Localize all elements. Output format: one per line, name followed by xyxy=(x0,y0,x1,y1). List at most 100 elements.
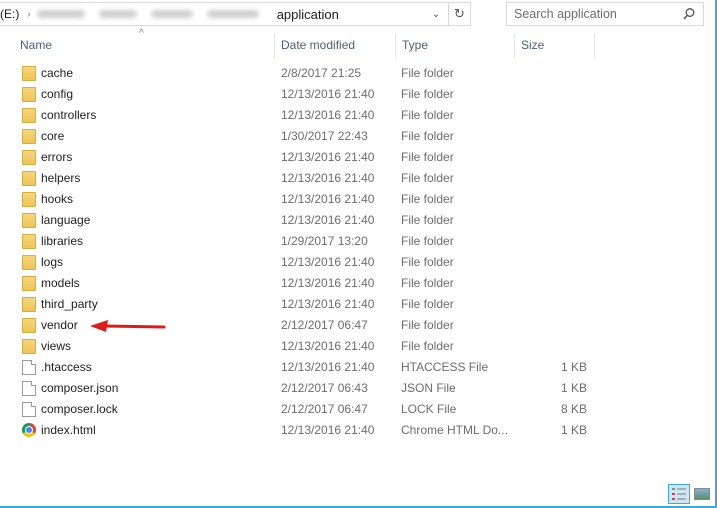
file-name: libraries xyxy=(41,234,84,248)
file-row[interactable]: helpers 12/13/2016 21:40 File folder xyxy=(0,168,700,189)
file-type: LOCK File xyxy=(401,402,457,416)
column-header-row: Name Date modified Type Size xyxy=(0,34,600,58)
breadcrumb-segment-redacted[interactable] xyxy=(206,10,259,18)
file-name: vendor xyxy=(41,318,78,332)
file-name: helpers xyxy=(41,171,81,185)
file-row[interactable]: third_party 12/13/2016 21:40 File folder xyxy=(0,294,700,315)
file-name: language xyxy=(41,213,91,227)
file-date-modified: 12/13/2016 21:40 xyxy=(281,276,375,290)
breadcrumb-segment-redacted[interactable] xyxy=(150,10,193,18)
file-date-modified: 12/13/2016 21:40 xyxy=(281,339,375,353)
file-row[interactable]: .htaccess 12/13/2016 21:40 HTACCESS File 1 … xyxy=(0,357,700,378)
folder-icon xyxy=(22,192,36,207)
file-row[interactable]: composer.lock 2/12/2017 06:47 LOCK File 8 K… xyxy=(0,399,700,420)
file-row[interactable]: views 12/13/2016 21:40 File folder xyxy=(0,336,700,357)
breadcrumb-segment-redacted[interactable] xyxy=(36,10,85,18)
file-list: cache 2/8/2017 21:25 File folder config 12/1… xyxy=(0,63,700,441)
file-row[interactable]: config 12/13/2016 21:40 File folder xyxy=(0,84,700,105)
chevron-down-icon[interactable]: ⌄ xyxy=(426,3,446,25)
file-type: File folder xyxy=(401,150,454,164)
file-type: Chrome HTML Do... xyxy=(401,423,508,437)
file-type: File folder xyxy=(401,297,454,311)
file-name: models xyxy=(41,276,80,290)
column-header-date-modified[interactable]: Date modified xyxy=(275,34,395,56)
file-name: .htaccess xyxy=(41,360,92,374)
file-row[interactable]: libraries 1/29/2017 13:20 File folder xyxy=(0,231,700,252)
file-type: File folder xyxy=(401,318,454,332)
file-date-modified: 2/12/2017 06:47 xyxy=(281,402,368,416)
file-name: core xyxy=(41,129,65,143)
chrome-icon xyxy=(22,423,36,437)
folder-icon xyxy=(22,171,36,186)
file-icon xyxy=(22,360,36,375)
file-row[interactable]: controllers 12/13/2016 21:40 File folder xyxy=(0,105,700,126)
refresh-icon[interactable]: ↻ xyxy=(448,3,470,25)
annotation-arrow-icon xyxy=(90,320,166,332)
file-date-modified: 2/12/2017 06:43 xyxy=(281,381,368,395)
file-row[interactable]: hooks 12/13/2016 21:40 File folder xyxy=(0,189,700,210)
file-type: File folder xyxy=(401,192,454,206)
folder-icon xyxy=(22,339,36,354)
file-row[interactable]: language 12/13/2016 21:40 File folder xyxy=(0,210,700,231)
file-type: File folder xyxy=(401,255,454,269)
file-name: errors xyxy=(41,150,73,164)
file-name: composer.json xyxy=(41,381,119,395)
column-header-size[interactable]: Size xyxy=(515,34,595,56)
file-name: index.html xyxy=(41,423,96,437)
file-size: 1 KB xyxy=(560,381,587,395)
file-row[interactable]: composer.json 2/12/2017 06:43 JSON File 1 K… xyxy=(0,378,700,399)
file-name: third_party xyxy=(41,297,98,311)
breadcrumb-segment-redacted[interactable] xyxy=(98,10,137,18)
folder-icon xyxy=(22,297,36,312)
file-type: File folder xyxy=(401,66,454,80)
file-name: hooks xyxy=(41,192,74,206)
file-date-modified: 2/8/2017 21:25 xyxy=(281,66,362,80)
file-type: File folder xyxy=(401,276,454,290)
search-box[interactable] xyxy=(506,2,704,26)
breadcrumb-separator-icon[interactable]: › xyxy=(27,9,30,20)
search-icon[interactable] xyxy=(682,7,696,21)
folder-icon xyxy=(22,255,36,270)
file-type: HTACCESS File xyxy=(401,360,489,374)
file-row[interactable]: cache 2/8/2017 21:25 File folder xyxy=(0,63,700,84)
folder-icon xyxy=(22,108,36,123)
file-row[interactable]: models 12/13/2016 21:40 File folder xyxy=(0,273,700,294)
file-row[interactable]: errors 12/13/2016 21:40 File folder xyxy=(0,147,700,168)
details-view-icon[interactable] xyxy=(668,484,690,504)
file-date-modified: 2/12/2017 06:47 xyxy=(281,318,368,332)
file-type: File folder xyxy=(401,129,454,143)
file-type: File folder xyxy=(401,339,454,353)
file-name: composer.lock xyxy=(41,402,118,416)
file-name: logs xyxy=(41,255,64,269)
large-icons-view-icon[interactable] xyxy=(694,488,710,500)
file-date-modified: 12/13/2016 21:40 xyxy=(281,213,375,227)
file-type: File folder xyxy=(401,108,454,122)
file-date-modified: 12/13/2016 21:40 xyxy=(281,423,375,437)
breadcrumb-current[interactable]: application xyxy=(277,7,339,22)
column-divider[interactable] xyxy=(594,34,595,58)
file-date-modified: 12/13/2016 21:40 xyxy=(281,360,375,374)
file-row[interactable]: core 1/30/2017 22:43 File folder xyxy=(0,126,700,147)
column-header-type[interactable]: Type xyxy=(396,34,514,56)
file-name: config xyxy=(41,87,74,101)
file-row[interactable]: index.html 12/13/2016 21:40 Chrome HTML Do… xyxy=(0,420,700,441)
file-date-modified: 12/13/2016 21:40 xyxy=(281,87,375,101)
address-bar[interactable]: (E:) › application ⌄ ↻ xyxy=(0,2,471,26)
file-date-modified: 12/13/2016 21:40 xyxy=(281,255,375,269)
file-row[interactable]: logs 12/13/2016 21:40 File folder xyxy=(0,252,700,273)
folder-icon xyxy=(22,87,36,102)
file-date-modified: 12/13/2016 21:40 xyxy=(281,192,375,206)
file-size: 8 KB xyxy=(560,402,587,416)
breadcrumb-drive[interactable]: (E:) xyxy=(0,7,19,21)
folder-icon xyxy=(22,66,36,81)
file-size: 1 KB xyxy=(560,423,587,437)
folder-icon xyxy=(22,129,36,144)
column-header-name[interactable]: Name xyxy=(14,34,274,56)
file-name: views xyxy=(41,339,72,353)
folder-icon xyxy=(22,150,36,165)
folder-icon xyxy=(22,318,36,333)
file-date-modified: 12/13/2016 21:40 xyxy=(281,297,375,311)
search-input[interactable] xyxy=(507,7,677,21)
file-type: File folder xyxy=(401,213,454,227)
file-date-modified: 12/13/2016 21:40 xyxy=(281,171,375,185)
